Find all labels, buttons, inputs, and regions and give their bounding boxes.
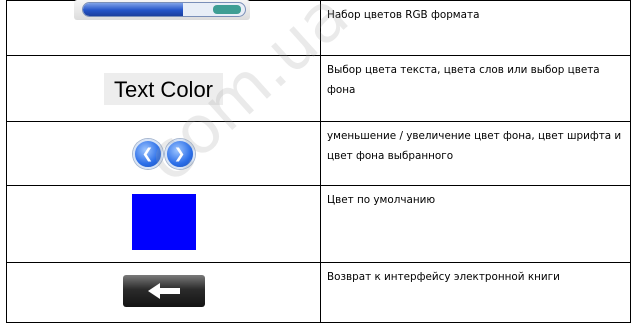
description-cell: Цвет по умолчанию	[320, 185, 631, 263]
rgb-bar-track	[82, 2, 246, 17]
left-arrow-icon[interactable]: ❮	[132, 138, 163, 169]
table-row: Набор цветов RGB формата	[6, 0, 631, 56]
icon-cell	[6, 185, 321, 263]
rgb-slider[interactable]	[74, 0, 250, 20]
description-cell: Выбор цвета текста, цвета слов или выбор…	[320, 55, 631, 122]
back-arrow-icon	[147, 282, 180, 299]
back-button[interactable]	[122, 274, 205, 307]
right-arrow-icon[interactable]: ❯	[164, 138, 195, 169]
icon-cell: ❮ ❯	[6, 121, 321, 186]
table-row: ❮ ❯ уменьшение / увеличение цвет фона, цв…	[6, 121, 631, 186]
icon-cell	[6, 0, 321, 56]
text-color-button[interactable]: Text Color	[103, 72, 224, 105]
rgb-bar-fill	[83, 3, 184, 16]
feature-table: Набор цветов RGB формата Text Color Выбо…	[6, 0, 631, 323]
rgb-bar-tip	[213, 5, 241, 14]
table-row: Цвет по умолчанию	[6, 185, 631, 263]
default-color-swatch[interactable]	[131, 194, 196, 250]
icon-cell	[6, 262, 321, 323]
description-cell: уменьшение / увеличение цвет фона, цвет …	[320, 121, 631, 186]
table-row: Возврат к интерфейсу электронной книги	[6, 262, 631, 323]
description-cell: Набор цветов RGB формата	[320, 0, 631, 56]
icon-cell: Text Color	[6, 55, 321, 122]
table-row: Text Color Выбор цвета текста, цвета сло…	[6, 55, 631, 122]
description-cell: Возврат к интерфейсу электронной книги	[320, 262, 631, 323]
